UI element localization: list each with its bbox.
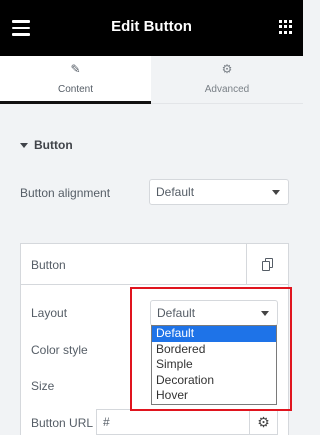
button-url-value: # [103,415,110,429]
card-title: Button [31,258,66,272]
card-header: Button [21,244,288,285]
tab-advanced-label: Advanced [204,84,250,95]
button-url-input[interactable]: # [96,409,249,435]
tab-content[interactable]: ✎ Content [0,56,151,104]
size-label: Size [31,379,55,393]
url-settings-button[interactable]: ⚙ [249,409,278,435]
top-bar: Edit Button [0,0,303,56]
panel-title: Edit Button [111,18,192,35]
layout-value: Default [157,306,196,320]
layout-select[interactable]: Default [150,300,278,326]
caret-down-icon [20,143,28,149]
tab-advanced[interactable]: ⚙ Advanced [151,56,303,104]
layout-dropdown-list: Default Bordered Simple Decoration Hover [151,325,277,405]
layout-option-default[interactable]: Default [152,326,276,342]
button-alignment-select[interactable]: Default [149,179,289,205]
pencil-icon: ✎ [70,62,81,76]
layout-option-bordered[interactable]: Bordered [152,342,276,358]
chevron-down-icon [272,190,280,195]
copy-icon [262,258,273,271]
color-style-label: Color style [31,343,88,357]
layout-option-simple[interactable]: Simple [152,357,276,373]
section-title: Button [34,138,73,152]
tab-content-label: Content [57,84,94,95]
button-alignment-label: Button alignment [20,186,111,200]
button-url-label: Button URL [31,416,94,430]
grid-icon[interactable] [279,20,293,34]
gear-icon: ⚙ [221,62,233,76]
copy-button[interactable] [246,244,288,285]
button-alignment-value: Default [156,185,195,199]
chevron-down-icon [261,311,269,316]
gear-icon: ⚙ [257,414,270,430]
layout-option-decoration[interactable]: Decoration [152,373,276,389]
section-toggle[interactable]: Button [20,138,73,152]
tab-bar: ✎ Content ⚙ Advanced [0,56,303,104]
layout-option-hover[interactable]: Hover [152,388,276,404]
layout-label: Layout [31,306,68,320]
